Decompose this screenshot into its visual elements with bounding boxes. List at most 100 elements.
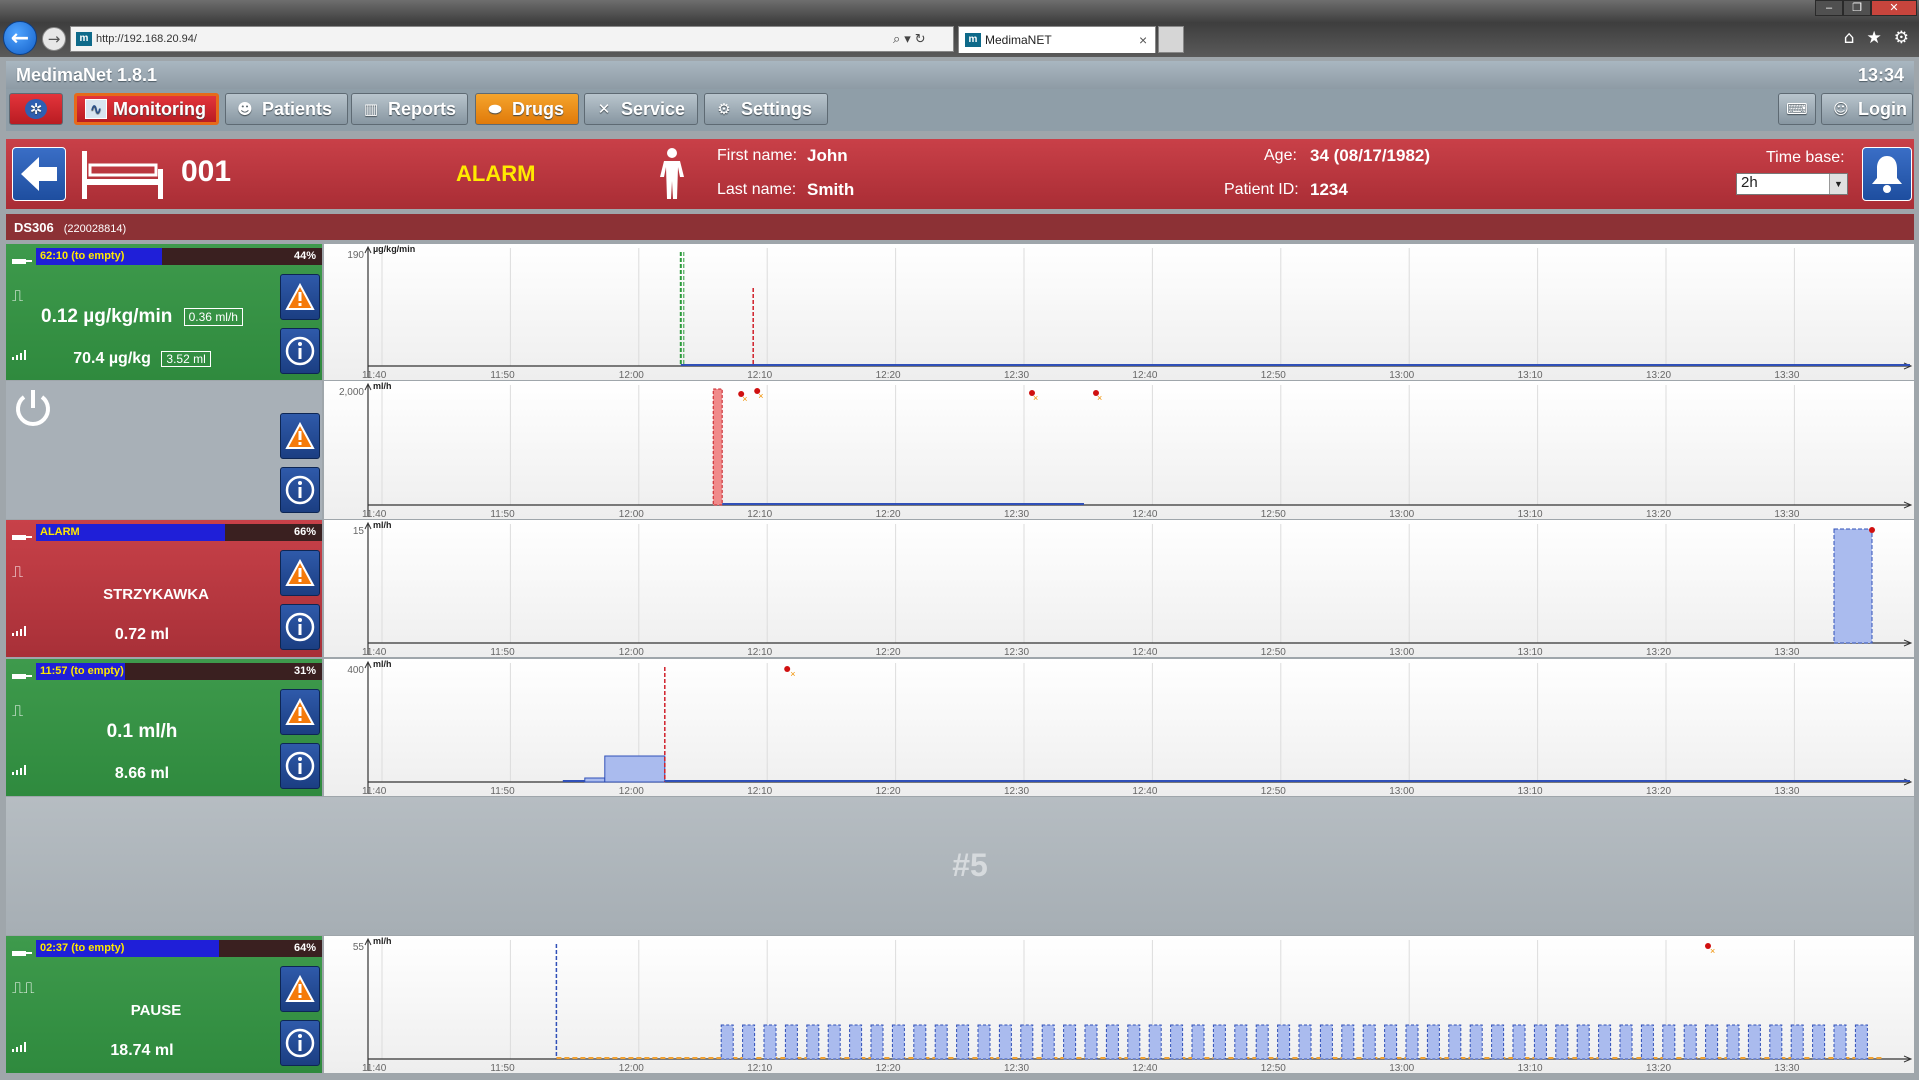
time-tick-label: 12:30 [1004, 647, 1029, 657]
channel-6-dose: 18.74 ml [6, 1042, 278, 1060]
channel-3-chart-svg: 15 ml/h 11:40 11:50 12:00 12:10 12:20 12:30 12:4… [353, 520, 1913, 657]
browser-back-button[interactable]: ← [3, 21, 37, 55]
channel-4-panel[interactable]: 11:57 (to empty) 31% ⎍ 0.1 ml/h 8.66 ml [6, 659, 322, 796]
app-title: MedimaNet 1.8.1 [16, 64, 158, 85]
menu-reports-button[interactable]: ▥ Reports [351, 93, 468, 125]
channel-1-panel[interactable]: 62:10 (to empty) 44% ⎍ 0.12 µg/kg/min 0.… [6, 244, 322, 380]
event-x: × [758, 391, 763, 401]
time-tick-label: 12:10 [747, 647, 772, 657]
dose-bar [1705, 1024, 1719, 1060]
dose-bar [998, 1024, 1012, 1060]
channel-3-chart: 15 ml/h 11:40 11:50 12:00 12:10 12:20 12:30 12:4… [324, 520, 1914, 657]
channel-2-alarm-button[interactable] [280, 413, 320, 459]
back-button[interactable] [12, 147, 66, 201]
time-tick-label: 13:30 [1774, 1063, 1799, 1073]
time-tick-label: 13:30 [1774, 509, 1799, 519]
time-tick-label: 13:00 [1389, 509, 1414, 519]
dose-unit: µg/kg [108, 350, 151, 367]
timebase-value: 2h [1741, 174, 1758, 191]
dose-bar [742, 1024, 756, 1060]
channel-1-rate: 0.12 µg/kg/min 0.36 ml/h [6, 306, 278, 328]
dose-bar [1683, 1024, 1697, 1060]
time-tick-label: 11:50 [490, 647, 515, 657]
time-tick-label: 12:20 [876, 1063, 901, 1073]
channel-4: 11:57 (to empty) 31% ⎍ 0.1 ml/h 8.66 ml … [6, 659, 1914, 796]
login-label: Login [1858, 98, 1907, 119]
channel-6-info-button[interactable] [280, 1020, 320, 1066]
channel-6-panel[interactable]: 02:37 (to empty) 64% ⎍⎍ PAUSE 18.74 ml [6, 936, 322, 1073]
browser-forward-button[interactable]: → [42, 27, 66, 51]
channel-2-chart: 2,000 ml/h 11:40 11:50 12:00 12:10 12:20 12:30 1… [324, 381, 1914, 519]
bolus-bar [712, 388, 723, 506]
close-window-icon[interactable]: ✕ [1871, 0, 1917, 16]
timebase-select[interactable]: 2h ▼ [1736, 173, 1848, 195]
alarm-status-label: ALARM [456, 161, 536, 186]
channel-3-alarm-button[interactable] [280, 550, 320, 596]
dose-bar [891, 1024, 905, 1060]
time-tick-label: 13:10 [1518, 509, 1543, 519]
channel-2-info-button[interactable] [280, 467, 320, 513]
menu-drugs-button[interactable]: ⬬ Drugs [475, 93, 579, 125]
address-bar[interactable]: m http://192.168.20.94/ ⌕▾↻ [70, 26, 954, 52]
dose-bar [1469, 1024, 1483, 1060]
rate-bar [604, 755, 666, 783]
login-button[interactable]: ☺ Login [1821, 93, 1913, 125]
dose-unit: ml [154, 1042, 174, 1059]
time-tick-label: 12:40 [1132, 647, 1157, 657]
search-refresh-icon[interactable]: ⌕▾↻ [893, 32, 953, 47]
dose-bar [1405, 1024, 1419, 1060]
menu-settings-button[interactable]: ⚙ Settings [704, 93, 828, 125]
alarm-bell-button[interactable] [1862, 147, 1912, 201]
minimize-icon[interactable]: – [1815, 0, 1843, 16]
dose-bar [1790, 1024, 1804, 1060]
tools-gear-icon[interactable]: ⚙ [1894, 28, 1909, 48]
dose-bar [1041, 1024, 1055, 1060]
menu-patients-button[interactable]: ☻ Patients [225, 93, 348, 125]
channel-2-panel[interactable] [6, 381, 322, 519]
channel-1-alarm-button[interactable] [280, 274, 320, 320]
restore-icon[interactable]: ❐ [1843, 0, 1871, 16]
wrench-icon: ✕ [597, 100, 611, 118]
channel-6-alarm-button[interactable] [280, 966, 320, 1012]
bell-icon [1872, 156, 1902, 193]
dose-unit: ml [150, 626, 170, 643]
time-tick-label: 11:40 [362, 786, 387, 796]
favorites-star-icon[interactable]: ★ [1867, 28, 1882, 48]
channel-1-info-button[interactable] [280, 328, 320, 374]
dose-bar [1148, 1024, 1162, 1060]
dose-bar [1212, 1024, 1226, 1060]
channel-4-info-button[interactable] [280, 743, 320, 789]
empty-channel-slot[interactable]: #5 [6, 797, 1914, 935]
chart-icon: ▥ [363, 100, 379, 118]
url-text[interactable]: http://192.168.20.94/ [96, 33, 893, 45]
menu-service-button[interactable]: ✕ Service [584, 93, 698, 125]
tab-close-icon[interactable]: × [1139, 32, 1155, 48]
dose-bar [1448, 1024, 1462, 1060]
age-value: 34 (08/17/1982) [1310, 146, 1431, 165]
time-tick-label: 12:30 [1004, 370, 1029, 380]
app-title-bar: MedimaNet 1.8.1 13:34 [6, 61, 1914, 89]
dose-bar [827, 1024, 841, 1060]
home-icon[interactable]: ⌂ [1844, 28, 1855, 48]
time-tick-label: 13:20 [1646, 786, 1671, 796]
keyboard-button[interactable]: ⌨ [1778, 93, 1816, 125]
dose-value: 8.66 [114, 765, 146, 782]
time-tick-label: 13:00 [1389, 1063, 1414, 1073]
channel-4-alarm-button[interactable] [280, 689, 320, 735]
browser-tab[interactable]: m MedimaNET × [958, 26, 1156, 53]
y-max-label: 2,000 [339, 387, 364, 398]
dose-value: 0.72 [114, 626, 146, 643]
syringe-icon [12, 259, 32, 264]
new-tab-button[interactable] [1158, 26, 1184, 53]
dose-bar [1020, 1024, 1034, 1060]
menu-monitoring-button[interactable]: ∿ Monitoring [74, 93, 219, 125]
channel-3-panel[interactable]: ALARM 66% ⎍ STRZYKAWKA 0.72 ml [6, 520, 322, 657]
info-icon [285, 336, 315, 366]
home-menu-button[interactable]: ✲ [9, 93, 63, 125]
chevron-down-icon[interactable]: ▼ [1829, 174, 1847, 194]
pills-icon: ⬬ [488, 100, 502, 118]
channel-3-info-button[interactable] [280, 604, 320, 650]
time-tick-label: 12:50 [1261, 1063, 1286, 1073]
time-tick-label: 13:30 [1774, 786, 1799, 796]
empty-slot-label: #5 [952, 847, 988, 883]
